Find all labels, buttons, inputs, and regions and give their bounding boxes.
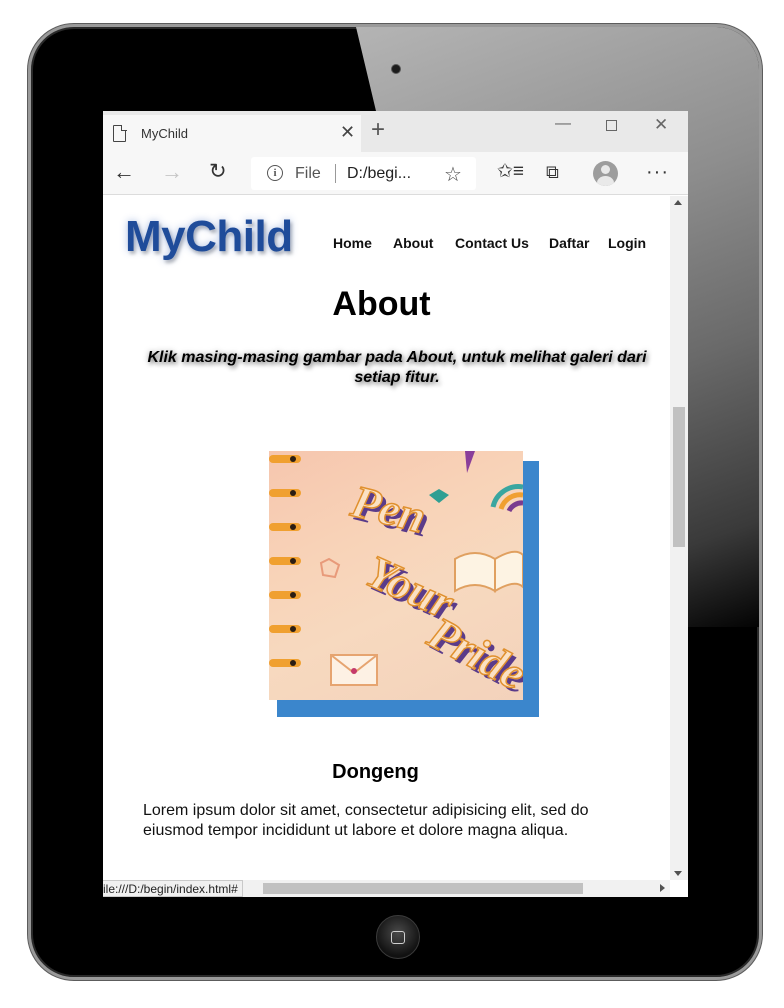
- section-title: Dongeng: [332, 761, 419, 783]
- favorites-icon[interactable]: ✩≡: [497, 160, 524, 184]
- scroll-right-icon[interactable]: [660, 884, 665, 892]
- gallery-image[interactable]: Pen Pen Your Your Pride Pride: [269, 451, 523, 700]
- nav-daftar[interactable]: Daftar: [549, 235, 589, 251]
- address-bar[interactable]: i File D:/begi... ☆: [251, 157, 476, 190]
- rainbow-sticker: [490, 484, 523, 513]
- browser-toolbar: ← → ↻ i File D:/begi... ☆ ✩≡ ⧉ ···: [103, 152, 688, 195]
- section-text: Lorem ipsum dolor sit amet, consectetur …: [143, 802, 589, 839]
- nav-contact-us[interactable]: Contact Us: [455, 235, 529, 251]
- info-icon[interactable]: i: [267, 165, 283, 181]
- envelope-sticker: [330, 654, 378, 686]
- forward-arrow-icon[interactable]: →: [161, 160, 183, 184]
- home-button[interactable]: [376, 915, 420, 959]
- pen-your-pride-illustration: Pen Pen Your Your Pride Pride: [269, 451, 523, 700]
- new-tab-button[interactable]: +: [371, 118, 385, 142]
- spiral-binding: [269, 455, 301, 667]
- triangle-sticker: [465, 451, 475, 473]
- favorite-star-icon[interactable]: ☆: [444, 162, 462, 187]
- intro-text: Klik masing-masing gambar pada About, un…: [147, 349, 647, 386]
- address-url[interactable]: D:/begi...: [347, 165, 411, 183]
- refresh-icon[interactable]: ↻: [209, 160, 227, 184]
- address-scheme: File: [295, 165, 321, 182]
- gallery-card[interactable]: Pen Pen Your Your Pride Pride: [269, 451, 539, 717]
- vertical-scrollbar[interactable]: [670, 196, 688, 880]
- cube-sticker: [319, 557, 341, 579]
- camera-icon: [391, 64, 401, 74]
- page-icon: [113, 124, 127, 142]
- collections-icon[interactable]: ⧉: [546, 160, 559, 184]
- tab-title: MyChild: [141, 126, 188, 141]
- horizontal-scroll-thumb[interactable]: [263, 883, 583, 894]
- close-window-button[interactable]: ✕: [654, 115, 668, 135]
- address-separator: [335, 164, 336, 183]
- minimize-button[interactable]: —: [555, 115, 571, 133]
- page-viewport: MyChild Home About Contact Us Daftar Log…: [103, 196, 670, 880]
- vertical-scroll-thumb[interactable]: [673, 407, 685, 547]
- tab-close-icon[interactable]: ✕: [340, 122, 355, 143]
- tab-bar: MyChild ✕ + — ✕: [103, 111, 688, 152]
- home-square-icon: [391, 930, 405, 944]
- more-options-icon[interactable]: ···: [646, 160, 669, 184]
- scroll-up-icon[interactable]: [674, 200, 682, 205]
- nav-login[interactable]: Login: [608, 235, 646, 251]
- status-bar-url: ile:///D:/begin/index.html#: [103, 880, 243, 897]
- back-arrow-icon[interactable]: ←: [113, 160, 135, 184]
- main-nav: Home About Contact Us Daftar Login: [103, 235, 670, 255]
- page-title: About: [332, 285, 431, 323]
- svg-text:Pen: Pen: [346, 475, 431, 543]
- browser-window: MyChild ✕ + — ✕ ← → ↻ i File D:/begi... …: [103, 111, 688, 897]
- profile-avatar-icon[interactable]: [593, 161, 618, 186]
- nav-home[interactable]: Home: [333, 235, 372, 251]
- nav-about[interactable]: About: [393, 235, 433, 251]
- scroll-down-icon[interactable]: [674, 871, 682, 876]
- maximize-button[interactable]: [606, 120, 617, 131]
- tab-mychild[interactable]: MyChild ✕: [103, 115, 361, 152]
